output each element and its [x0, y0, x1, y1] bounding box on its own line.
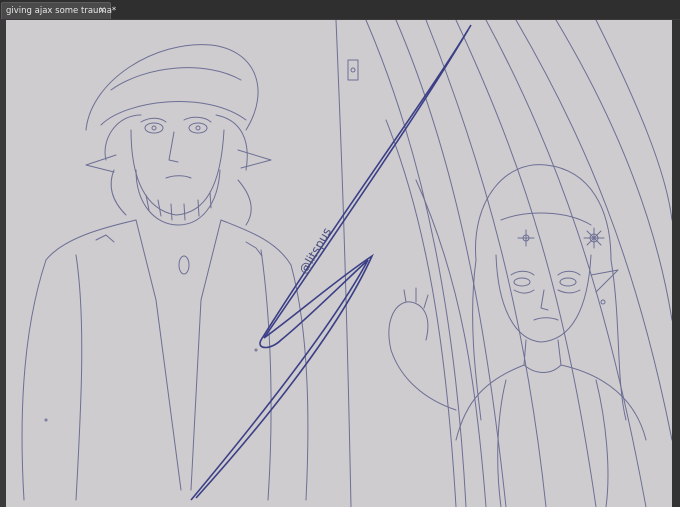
right-panel-edge [672, 20, 680, 507]
sketch-lines [21, 20, 672, 507]
drawing-canvas[interactable]: @litspus [6, 20, 672, 507]
artist-signature: @litspus [296, 225, 334, 276]
sketch-artwork: @litspus [21, 20, 672, 507]
close-tab-icon[interactable]: ✕ [98, 6, 106, 16]
document-tab[interactable]: giving ajax some trauma* ✕ [1, 2, 116, 19]
document-tab-bar: giving ajax some trauma* ✕ [0, 0, 680, 20]
lightning-stroke [190, 24, 472, 501]
